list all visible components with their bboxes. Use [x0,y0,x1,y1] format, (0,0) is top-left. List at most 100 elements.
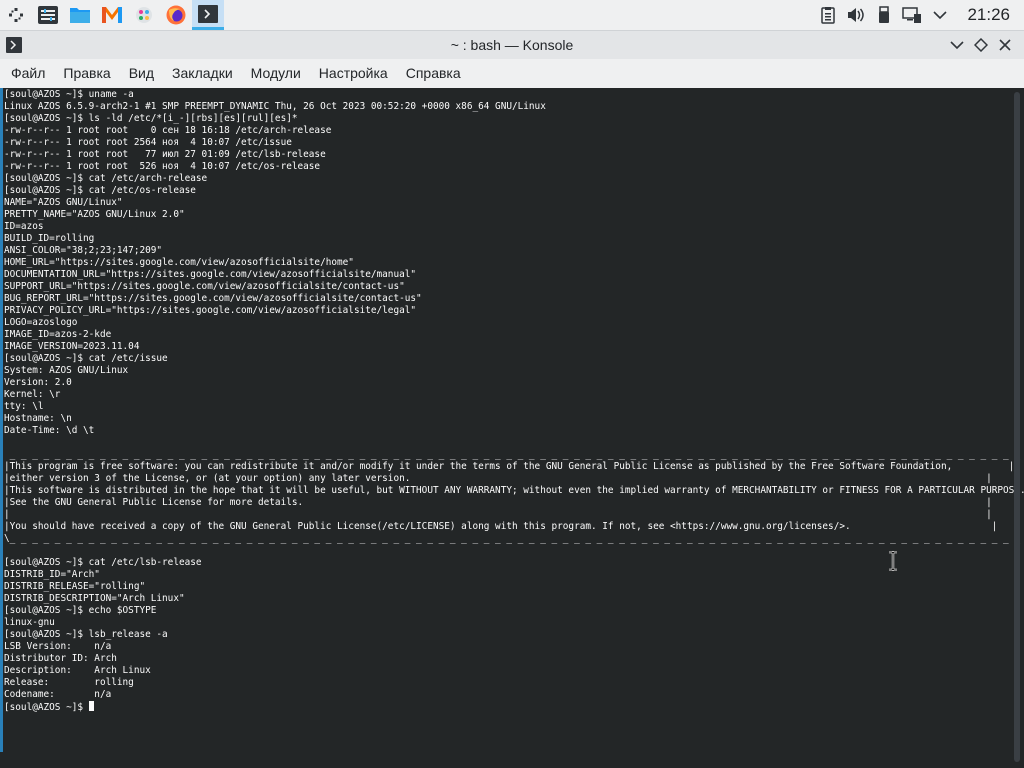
network-wired-icon [902,7,922,23]
maximize-button[interactable] [970,35,992,55]
terminal-line: IMAGE_ID=azos-2-kde [4,329,112,340]
system-settings-button[interactable] [32,0,64,30]
removable-devices-button[interactable] [873,0,895,30]
terminal-line: [soul@AZOS ~]$ cat /etc/issue [4,353,168,364]
terminal-line: |This software is distributed in the hop… [4,485,1024,496]
terminal-line: [soul@AZOS ~]$ lsb_release -a [4,629,168,640]
konsole-icon [198,4,218,23]
network-button[interactable] [901,0,923,30]
terminal-view[interactable]: [soul@AZOS ~]$ uname -a Linux AZOS 6.5.9-… [0,88,1024,768]
firefox-button[interactable] [160,0,192,30]
terminal-line: LSB Version: n/a [4,641,112,652]
menu-edit[interactable]: Правка [54,59,119,88]
file-manager-button[interactable] [64,0,96,30]
system-tray: 21:26 [817,0,1024,30]
diamond-icon [974,38,988,52]
terminal-focus-indicator [0,88,3,752]
terminal-line: -rw-r--r-- 1 root root 0 сен 18 16:18 /e… [4,125,332,136]
terminal-line: [soul@AZOS ~]$ cat /etc/os-release [4,185,196,196]
terminal-line: DISTRIB_ID="Arch" [4,569,100,580]
terminal-line: BUG_REPORT_URL="https://sites.google.com… [4,293,422,304]
volume-icon [848,8,865,22]
terminal-line: IMAGE_VERSION=2023.11.04 [4,341,140,352]
terminal-line: Distributor ID: Arch [4,653,117,664]
terminal-line: _ _ _ _ _ _ _ _ _ _ _ _ _ _ _ _ _ _ _ _ … [4,449,1024,460]
terminal-line: [soul@AZOS ~]$ ls -ld /etc/*[i_-][rbs][e… [4,113,298,124]
terminal-line: ANSI_COLOR="38;2;23;147;209" [4,245,163,256]
terminal-line: Date-Time: \d \t [4,425,95,436]
terminal-line: BUILD_ID=rolling [4,233,95,244]
colorful-app-icon [136,7,152,23]
close-button[interactable] [994,35,1016,55]
terminal-line: HOME_URL="https://sites.google.com/view/… [4,257,354,268]
terminal-line: Linux AZOS 6.5.9-arch2-1 #1 SMP PREEMPT_… [4,101,546,112]
clipboard-icon [821,7,836,24]
terminal-line: | | [4,509,992,520]
menu-settings[interactable]: Настройка [310,59,397,88]
colorful-app-button[interactable] [128,0,160,30]
volume-button[interactable] [845,0,867,30]
menu-view[interactable]: Вид [120,59,163,88]
system-settings-icon [38,6,58,24]
menu-help[interactable]: Справка [397,59,470,88]
terminal-line: LOGO=azoslogo [4,317,78,328]
terminal-line: [soul@AZOS ~]$ cat /etc/lsb-release [4,557,202,568]
firefox-icon [166,5,186,25]
terminal-line: NAME="AZOS GNU/Linux" [4,197,123,208]
window-titlebar[interactable]: ~ : bash — Konsole [0,31,1024,59]
taskbar: 21:26 [0,0,1024,31]
terminal-prompt: [soul@AZOS ~]$ [4,702,89,713]
app-store-icon [102,7,122,23]
terminal-line: Kernel: \r [4,389,61,400]
terminal-line: linux-gnu [4,617,55,628]
terminal-line: -rw-r--r-- 1 root root 77 июл 27 01:09 /… [4,149,326,160]
terminal-line: |See the GNU General Public License for … [4,497,992,508]
terminal-line: ID=azos [4,221,44,232]
terminal-line: Description: Arch Linux [4,665,151,676]
terminal-output[interactable]: [soul@AZOS ~]$ uname -a Linux AZOS 6.5.9-… [4,89,1024,713]
terminal-line: Codename: n/a [4,689,112,700]
konsole-task-button[interactable] [192,0,224,30]
terminal-line: tty: \l [4,401,44,412]
terminal-line: PRIVACY_POLICY_URL="https://sites.google… [4,305,417,316]
terminal-line: Hostname: \n [4,413,72,424]
text-cursor-icon [889,551,897,571]
menu-plugins[interactable]: Модули [242,59,310,88]
window-title: ~ : bash — Konsole [450,37,574,53]
digital-clock[interactable]: 21:26 [957,5,1024,25]
close-icon [999,39,1011,51]
terminal-scrollbar[interactable] [1014,92,1020,762]
terminal-line: -rw-r--r-- 1 root root 2564 ноя 4 10:07 … [4,137,292,148]
clipboard-button[interactable] [817,0,839,30]
terminal-line: Release: rolling [4,677,134,688]
menu-bookmarks[interactable]: Закладки [163,59,242,88]
terminal-line: DISTRIB_DESCRIPTION="Arch Linux" [4,593,185,604]
text-cursor-block [88,701,94,711]
terminal-line: [soul@AZOS ~]$ cat /etc/arch-release [4,173,208,184]
terminal-line: System: AZOS GNU/Linux [4,365,129,376]
terminal-line: Version: 2.0 [4,377,72,388]
terminal-line: [soul@AZOS ~]$ uname -a [4,89,134,100]
app-store-button[interactable] [96,0,128,30]
minimize-button[interactable] [946,35,968,55]
chevron-down-icon [950,41,964,50]
app-launcher-button[interactable] [0,0,32,30]
terminal-line: -rw-r--r-- 1 root root 526 ноя 4 10:07 /… [4,161,321,172]
app-launcher-icon [9,8,23,22]
usb-drive-icon [879,6,890,23]
terminal-line: [soul@AZOS ~]$ echo $OSTYPE [4,605,157,616]
terminal-prompt-line[interactable]: [soul@AZOS ~]$ [4,701,1010,713]
terminal-line: DISTRIB_RELEASE="rolling" [4,581,146,592]
tray-expand-button[interactable] [929,0,951,30]
terminal-line: \_ _ _ _ _ _ _ _ _ _ _ _ _ _ _ _ _ _ _ _… [4,533,1024,544]
terminal-line: SUPPORT_URL="https://sites.google.com/vi… [4,281,405,292]
terminal-line: |This program is free software: you can … [4,461,1015,472]
terminal-line: DOCUMENTATION_URL="https://sites.google.… [4,269,417,280]
folder-icon [70,8,90,23]
menu-bar: Файл Правка Вид Закладки Модули Настройк… [0,59,1024,88]
chevron-down-icon [933,11,948,20]
terminal-line: |either version 3 of the License, or (at… [4,473,992,484]
menu-file[interactable]: Файл [2,59,54,88]
